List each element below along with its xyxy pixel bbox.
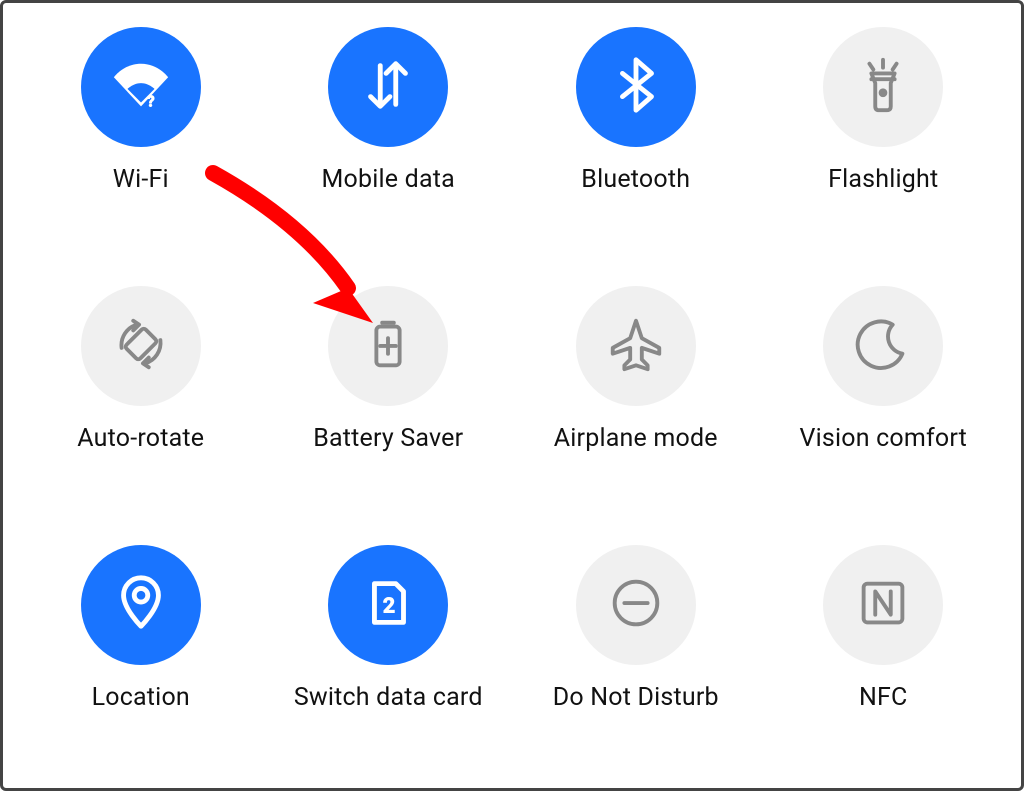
- mobile-data-toggle[interactable]: [328, 27, 448, 147]
- tile-auto-rotate: Auto-rotate: [17, 276, 265, 453]
- switch-data-card-label: Switch data card: [294, 683, 483, 712]
- nfc-toggle[interactable]: [823, 545, 943, 665]
- tile-location: Location: [17, 535, 265, 712]
- tile-nfc: NFC: [760, 535, 1008, 712]
- tile-wifi: ? Wi-Fi: [17, 17, 265, 194]
- quick-settings-grid: ? Wi-Fi: [17, 17, 1007, 774]
- vision-comfort-icon: [852, 313, 914, 379]
- flashlight-icon: [852, 54, 914, 120]
- wifi-label: Wi-Fi: [113, 165, 169, 194]
- battery-saver-label: Battery Saver: [313, 424, 463, 453]
- tile-airplane-mode: Airplane mode: [512, 276, 760, 453]
- bluetooth-toggle[interactable]: [576, 27, 696, 147]
- vision-comfort-toggle[interactable]: [823, 286, 943, 406]
- tile-battery-saver: Battery Saver: [265, 276, 513, 453]
- tile-flashlight: Flashlight: [760, 17, 1008, 194]
- do-not-disturb-label: Do Not Disturb: [553, 683, 719, 712]
- mobile-data-label: Mobile data: [322, 165, 455, 194]
- mobile-data-icon: [357, 54, 419, 120]
- wifi-icon: ?: [110, 54, 172, 120]
- tile-mobile-data: Mobile data: [265, 17, 513, 194]
- flashlight-label: Flashlight: [828, 165, 938, 194]
- airplane-mode-icon: [605, 313, 667, 379]
- auto-rotate-toggle[interactable]: [81, 286, 201, 406]
- nfc-icon: [852, 572, 914, 638]
- flashlight-toggle[interactable]: [823, 27, 943, 147]
- location-label: Location: [92, 683, 190, 712]
- do-not-disturb-toggle[interactable]: [576, 545, 696, 665]
- wifi-toggle[interactable]: ?: [81, 27, 201, 147]
- switch-data-card-icon: 2: [357, 572, 419, 638]
- auto-rotate-icon: [110, 313, 172, 379]
- bluetooth-icon: [605, 54, 667, 120]
- device-frame: ? Wi-Fi: [0, 0, 1024, 791]
- auto-rotate-label: Auto-rotate: [77, 424, 204, 453]
- tile-switch-data-card: 2 Switch data card: [265, 535, 513, 712]
- battery-saver-icon: [357, 313, 419, 379]
- do-not-disturb-icon: [605, 572, 667, 638]
- vision-comfort-label: Vision comfort: [799, 424, 967, 453]
- location-icon: [110, 572, 172, 638]
- switch-data-card-toggle[interactable]: 2: [328, 545, 448, 665]
- tile-do-not-disturb: Do Not Disturb: [512, 535, 760, 712]
- battery-saver-toggle[interactable]: [328, 286, 448, 406]
- nfc-label: NFC: [859, 683, 908, 712]
- sim-badge-text: 2: [383, 594, 395, 619]
- airplane-mode-label: Airplane mode: [554, 424, 718, 453]
- svg-text:?: ?: [147, 93, 155, 111]
- tile-bluetooth: Bluetooth: [512, 17, 760, 194]
- tile-vision-comfort: Vision comfort: [760, 276, 1008, 453]
- bluetooth-label: Bluetooth: [581, 165, 690, 194]
- airplane-mode-toggle[interactable]: [576, 286, 696, 406]
- location-toggle[interactable]: [81, 545, 201, 665]
